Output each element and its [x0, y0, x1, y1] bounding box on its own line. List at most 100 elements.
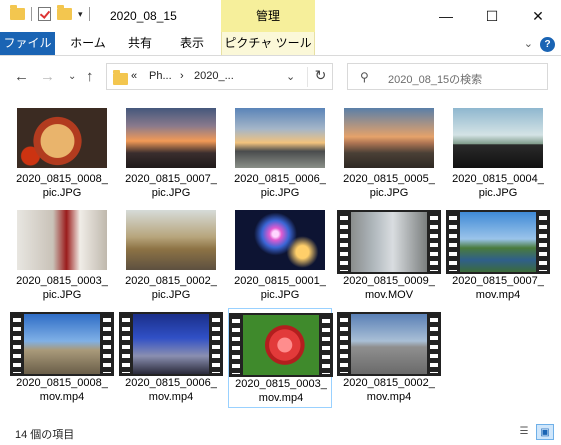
file-item[interactable]: 2020_0815_0001_ pic.JPG [228, 206, 332, 306]
file-name: 2020_0815_0003_ pic.JPG [10, 274, 114, 302]
breadcrumb-separator[interactable]: › [180, 70, 184, 82]
tab-picture-tools[interactable]: ピクチャ ツール [221, 32, 315, 55]
file-item[interactable]: 2020_0815_0006_ mov.mp4 [119, 308, 223, 408]
sunset-road-icon [235, 108, 325, 168]
details-view-icon[interactable]: ☰ [515, 424, 533, 440]
railway-icon [126, 210, 216, 270]
tab-share[interactable]: 共有 [120, 32, 160, 55]
file-name-line1: 2020_0815_0009_ [343, 275, 435, 287]
file-name-line2: mov.mp4 [475, 289, 521, 301]
film-strip-frame [337, 210, 441, 274]
properties-icon[interactable] [38, 7, 51, 21]
wine-glasses-icon [17, 210, 107, 270]
file-name-line2: mov.mp4 [258, 392, 304, 404]
file-name: 2020_0815_0008_ pic.JPG [10, 172, 114, 200]
file-item[interactable]: 2020_0815_0003_ mov.mp4 [228, 308, 333, 408]
breadcrumb-overflow[interactable]: « [131, 70, 137, 82]
chevron-down-icon[interactable]: ⌄ [286, 70, 295, 83]
file-name-line2: pic.JPG [42, 187, 82, 199]
file-item[interactable]: 2020_0815_0007_ pic.JPG [119, 104, 223, 204]
folder-icon [113, 70, 128, 85]
file-name: 2020_0815_0004_ pic.JPG [446, 172, 550, 200]
film-perforation [103, 315, 111, 373]
customize-dropdown-icon[interactable]: ▾ [78, 9, 83, 20]
file-item[interactable]: 2020_0815_0005_ pic.JPG [337, 104, 441, 204]
file-name-line2: mov.mp4 [366, 391, 412, 403]
maximize-button[interactable]: ☐ [469, 0, 515, 32]
address-bar[interactable]: « Ph... › 2020_... ⌄ ↻ [106, 63, 333, 90]
file-name-line1: 2020_0815_0003_ [16, 275, 108, 287]
street-video-icon [351, 212, 427, 272]
rose-video-icon [243, 315, 319, 375]
file-name-line1: 2020_0815_0007_ [125, 173, 217, 185]
file-item[interactable]: 2020_0815_0008_ mov.mp4 [10, 308, 114, 408]
file-item[interactable]: 2020_0815_0002_ pic.JPG [119, 206, 223, 306]
back-arrow-icon[interactable]: ← [14, 68, 29, 85]
window-title: 2020_08_15 [110, 9, 177, 23]
file-name-line1: 2020_0815_0008_ [16, 173, 108, 185]
file-item[interactable]: 2020_0815_0003_ pic.JPG [10, 206, 114, 306]
help-icon[interactable]: ? [540, 37, 555, 52]
file-name: 2020_0815_0007_ mov.mp4 [446, 274, 550, 302]
film-perforation [232, 316, 240, 374]
palace-video-icon [24, 314, 100, 374]
file-item[interactable]: 2020_0815_0008_ pic.JPG [10, 104, 114, 204]
tab-file[interactable]: ファイル [0, 32, 55, 55]
film-perforation [340, 315, 348, 373]
sunset-icon [126, 108, 216, 168]
film-strip-frame [446, 210, 550, 274]
file-name-line1: 2020_0815_0006_ [234, 173, 326, 185]
file-name-line2: pic.JPG [151, 187, 191, 199]
file-name-line1: 2020_0815_0008_ [16, 377, 108, 389]
file-name: 2020_0815_0009_ mov.MOV [337, 274, 441, 302]
up-arrow-icon[interactable]: ↑ [86, 68, 94, 85]
forward-arrow-icon[interactable]: → [40, 68, 55, 85]
file-name: 2020_0815_0006_ pic.JPG [228, 172, 332, 200]
tab-view[interactable]: 表示 [168, 32, 216, 55]
file-name-line2: pic.JPG [260, 187, 300, 199]
ribbon-tabs: ファイル ホーム 共有 表示 ピクチャ ツール ⌄ ? [0, 32, 561, 56]
file-name: 2020_0815_0002_ mov.mp4 [337, 376, 441, 404]
breadcrumb-current-folder[interactable]: 2020_... [194, 70, 234, 82]
folder-icon [10, 5, 25, 20]
recent-locations-icon[interactable]: ⌄ [68, 71, 76, 82]
file-item[interactable]: 2020_0815_0006_ pic.JPG [228, 104, 332, 204]
file-name-line2: pic.JPG [42, 289, 82, 301]
quick-access-toolbar: ▾ [10, 5, 90, 21]
film-perforation [449, 213, 457, 271]
file-name: 2020_0815_0002_ pic.JPG [119, 274, 223, 302]
refresh-icon[interactable]: ↻ [307, 67, 333, 87]
file-name-line2: pic.JPG [369, 187, 409, 199]
file-item[interactable]: 2020_0815_0009_ mov.MOV [337, 206, 441, 306]
expand-ribbon-icon[interactable]: ⌄ [524, 37, 533, 50]
search-box[interactable]: ⚲ 2020_08_15の検索 [347, 63, 548, 90]
manage-tab-group[interactable]: 管理 [221, 0, 315, 32]
tab-home[interactable]: ホーム [63, 32, 113, 55]
file-name-line1: 2020_0815_0006_ [125, 377, 217, 389]
file-name-line1: 2020_0815_0005_ [343, 173, 435, 185]
file-name-line2: mov.MOV [364, 289, 414, 301]
item-count: 14 個の項目 [15, 429, 75, 441]
breadcrumb-pictures[interactable]: Ph... [149, 70, 172, 82]
film-perforation [322, 316, 330, 374]
file-name-line2: pic.JPG [151, 289, 191, 301]
film-strip-frame [229, 313, 333, 377]
file-name-line1: 2020_0815_0002_ [125, 275, 217, 287]
navigation-bar: ← → ⌄ ↑ « Ph... › 2020_... ⌄ ↻ ⚲ 2020_08… [0, 56, 561, 96]
file-name: 2020_0815_0001_ pic.JPG [228, 274, 332, 302]
large-icons-view-icon[interactable]: ▣ [536, 424, 554, 440]
file-name-line1: 2020_0815_0001_ [234, 275, 326, 287]
file-item[interactable]: 2020_0815_0007_ mov.mp4 [446, 206, 550, 306]
file-item[interactable]: 2020_0815_0002_ mov.mp4 [337, 308, 441, 408]
close-button[interactable]: ✕ [515, 0, 561, 32]
file-item[interactable]: 2020_0815_0004_ pic.JPG [446, 104, 550, 204]
status-bar: 14 個の項目 ☰ ▣ [0, 420, 561, 445]
search-input[interactable]: 2020_08_15の検索 [388, 71, 482, 87]
fireworks-icon [235, 210, 325, 270]
film-perforation [13, 315, 21, 373]
new-folder-icon[interactable] [57, 5, 72, 20]
minimize-button[interactable]: — [423, 0, 469, 32]
file-name: 2020_0815_0003_ mov.mp4 [229, 377, 333, 405]
file-name-line1: 2020_0815_0004_ [452, 173, 544, 185]
file-name: 2020_0815_0007_ pic.JPG [119, 172, 223, 200]
